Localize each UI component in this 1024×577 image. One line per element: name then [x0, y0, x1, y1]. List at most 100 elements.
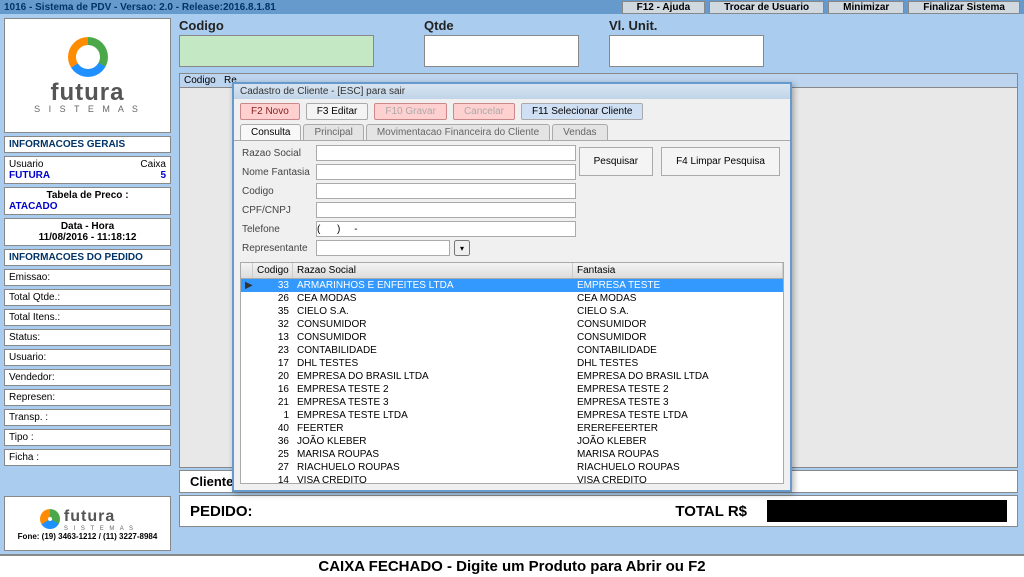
datetime-panel: Data - Hora 11/08/2016 - 11:18:12 [4, 218, 171, 246]
results-grid[interactable]: Codigo Razao Social Fantasia ▶33ARMARINH… [240, 262, 784, 484]
left-sidebar: futura S I S T E M A S INFORMACOES GERAI… [0, 14, 175, 555]
limpar-button[interactable]: F4 Limpar Pesquisa [661, 147, 780, 176]
codigo-input[interactable] [179, 35, 374, 67]
general-info-panel: INFORMACOES GERAIS [4, 136, 171, 153]
modal-tabs: Consulta Principal Movimentacao Financei… [234, 124, 790, 141]
table-row[interactable]: 21EMPRESA TESTE 3EMPRESA TESTE 3 [241, 396, 783, 409]
order-field-8: Tipo : [4, 429, 171, 446]
top-bar: 1016 - Sistema de PDV - Versao: 2.0 - Re… [0, 0, 1024, 14]
editar-button[interactable]: F3 Editar [306, 103, 369, 120]
qtde-label: Qtde [424, 18, 579, 33]
user-value: FUTURA [9, 170, 50, 181]
pedido-label: PEDIDO: [190, 503, 253, 520]
qtde-input[interactable] [424, 35, 579, 67]
vlunit-input[interactable] [609, 35, 764, 67]
order-field-1: Total Qtde.: [4, 289, 171, 306]
table-row[interactable]: 16EMPRESA TESTE 2EMPRESA TESTE 2 [241, 383, 783, 396]
cpf-input[interactable] [316, 202, 576, 218]
novo-button[interactable]: F2 Novo [240, 103, 300, 120]
search-form: Razao Social Nome Fantasia Codigo CPF/CN… [234, 141, 790, 260]
grid-header-razao[interactable]: Razao Social [293, 263, 573, 278]
table-row[interactable]: 14VISA CREDITOVISA CREDITO [241, 474, 783, 484]
selecionar-button[interactable]: F11 Selecionar Cliente [521, 103, 643, 120]
logo: futura S I S T E M A S [4, 18, 171, 133]
representante-label: Representante [242, 243, 312, 254]
gravar-button[interactable]: F10 Gravar [374, 103, 447, 120]
user-caixa-panel: Usuario Caixa FUTURA 5 [4, 156, 171, 184]
user-label: Usuario [9, 159, 43, 170]
logo-subtext: S I S T E M A S [34, 104, 141, 114]
order-info-title-panel: INFORMACOES DO PEDIDO [4, 249, 171, 266]
footer-logo-icon [40, 509, 60, 529]
codigo-form-label: Codigo [242, 186, 312, 197]
minimize-button[interactable]: Minimizar [828, 1, 904, 14]
table-row[interactable]: 32CONSUMIDORCONSUMIDOR [241, 318, 783, 331]
pesquisar-button[interactable]: Pesquisar [579, 147, 653, 176]
cancelar-button[interactable]: Cancelar [453, 103, 515, 120]
finalize-button[interactable]: Finalizar Sistema [908, 1, 1020, 14]
table-row[interactable]: 40FEERTEREREREFEERTER [241, 422, 783, 435]
footer-phone: Fone: (19) 3463-1212 / (11) 3227-8984 [18, 532, 158, 541]
table-row[interactable]: 35CIELO S.A.CIELO S.A. [241, 305, 783, 318]
order-field-6: Represen: [4, 389, 171, 406]
order-info-title: INFORMACOES DO PEDIDO [9, 252, 166, 263]
table-row[interactable]: ▶33ARMARINHOS E ENFEITES LTDAEMPRESA TES… [241, 279, 783, 292]
fantasia-label: Nome Fantasia [242, 167, 312, 178]
order-field-2: Total Itens.: [4, 309, 171, 326]
grid-header-row: Codigo Razao Social Fantasia [241, 263, 783, 279]
table-row[interactable]: 20EMPRESA DO BRASIL LTDAEMPRESA DO BRASI… [241, 370, 783, 383]
app-title: 1016 - Sistema de PDV - Versao: 2.0 - Re… [4, 2, 618, 13]
cliente-label: Cliente [190, 474, 233, 489]
client-modal: Cadastro de Cliente - [ESC] para sair F2… [232, 82, 792, 492]
grid-header-fantasia[interactable]: Fantasia [573, 263, 783, 278]
razao-input[interactable] [316, 145, 576, 161]
codigo-label: Codigo [179, 18, 374, 33]
total-label: TOTAL R$ [675, 503, 747, 520]
footer-logo: futura S I S T E M A S Fone: (19) 3463-1… [4, 496, 171, 551]
order-field-7: Transp. : [4, 409, 171, 426]
price-table-panel: Tabela de Preco : ATACADO [4, 187, 171, 215]
modal-toolbar: F2 Novo F3 Editar F10 Gravar Cancelar F1… [234, 99, 790, 124]
order-field-3: Status: [4, 329, 171, 346]
logo-icon [68, 37, 108, 77]
representante-lookup-button[interactable]: ▾ [454, 240, 470, 256]
table-row[interactable]: 27RIACHUELO ROUPASRIACHUELO ROUPAS [241, 461, 783, 474]
caixa-label: Caixa [140, 159, 166, 170]
table-row[interactable]: 23CONTABILIDADECONTABILIDADE [241, 344, 783, 357]
telefone-input[interactable] [316, 221, 576, 237]
general-info-title: INFORMACOES GERAIS [9, 139, 166, 150]
fantasia-input[interactable] [316, 164, 576, 180]
logo-text: futura [51, 79, 125, 107]
datetime-value: 11/08/2016 - 11:18:12 [9, 232, 166, 243]
table-row[interactable]: 36JOÃO KLEBERJOÃO KLEBER [241, 435, 783, 448]
order-field-9: Ficha : [4, 449, 171, 466]
grid-header-codigo[interactable]: Codigo [253, 263, 293, 278]
price-table-label: Tabela de Preco : [9, 190, 166, 201]
razao-label: Razao Social [242, 148, 312, 159]
cpf-label: CPF/CNPJ [242, 205, 312, 216]
tab-consulta[interactable]: Consulta [240, 124, 301, 140]
caixa-value: 5 [160, 170, 166, 181]
telefone-label: Telefone [242, 224, 312, 235]
tab-movimentacao[interactable]: Movimentacao Financeira do Cliente [366, 124, 550, 140]
table-row[interactable]: 17DHL TESTESDHL TESTES [241, 357, 783, 370]
codigo-form-input[interactable] [316, 183, 576, 199]
table-row[interactable]: 26CEA MODASCEA MODAS [241, 292, 783, 305]
tab-vendas[interactable]: Vendas [552, 124, 607, 140]
table-row[interactable]: 1EMPRESA TESTE LTDAEMPRESA TESTE LTDA [241, 409, 783, 422]
main-grid-h1: Codigo [184, 75, 224, 86]
pedido-bar: PEDIDO: TOTAL R$ [179, 495, 1018, 527]
order-field-0: Emissao: [4, 269, 171, 286]
price-table-value: ATACADO [9, 201, 166, 212]
representante-input[interactable] [316, 240, 450, 256]
vlunit-label: Vl. Unit. [609, 18, 764, 33]
status-bar: CAIXA FECHADO - Digite um Produto para A… [0, 554, 1024, 577]
order-field-5: Vendedor: [4, 369, 171, 386]
table-row[interactable]: 25MARISA ROUPASMARISA ROUPAS [241, 448, 783, 461]
tab-principal[interactable]: Principal [303, 124, 363, 140]
switch-user-button[interactable]: Trocar de Usuario [709, 1, 824, 14]
datetime-label: Data - Hora [9, 221, 166, 232]
table-row[interactable]: 13CONSUMIDORCONSUMIDOR [241, 331, 783, 344]
help-button[interactable]: F12 - Ajuda [622, 1, 706, 14]
footer-logo-text: futura [64, 508, 135, 526]
